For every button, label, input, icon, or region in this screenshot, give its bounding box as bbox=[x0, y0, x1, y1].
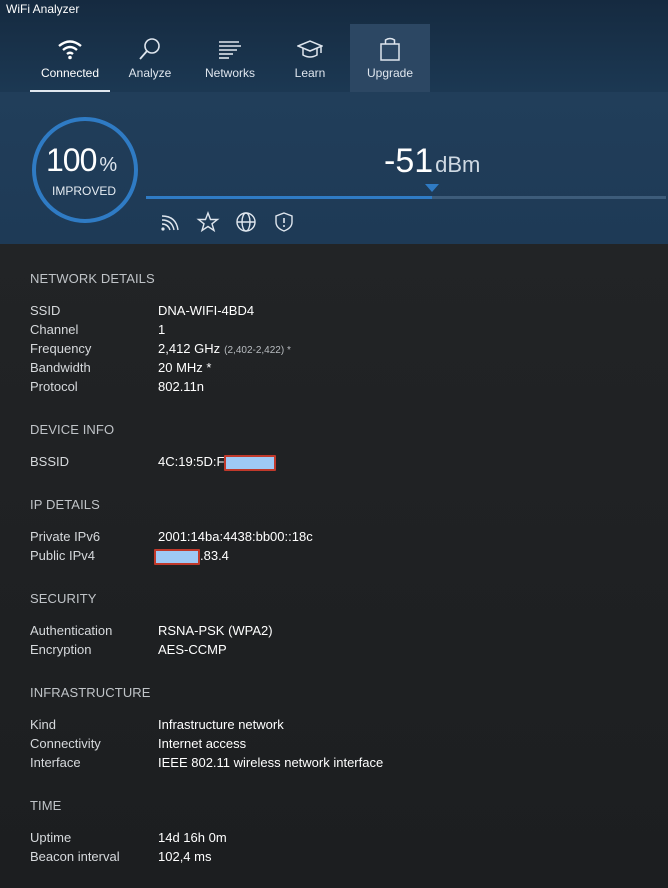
detail-key: Protocol bbox=[30, 379, 78, 394]
detail-row-authentication: Authentication RSNA-PSK (WPA2) bbox=[30, 623, 650, 642]
detail-value: Internet access bbox=[158, 736, 247, 751]
detail-value: 4C:19:5D:F bbox=[158, 454, 225, 469]
detail-value: Infrastructure network bbox=[158, 717, 284, 732]
detail-value: .83.4 bbox=[200, 548, 229, 563]
detail-row-kind: Kind Infrastructure network bbox=[30, 717, 650, 736]
section-time: TIME bbox=[30, 798, 62, 813]
detail-key: SSID bbox=[30, 303, 61, 318]
wifi-icon bbox=[58, 40, 82, 60]
detail-row-bssid: BSSID 4C:19:5D:F bbox=[30, 454, 650, 473]
detail-row-beacon-interval: Beacon interval 102,4 ms bbox=[30, 849, 650, 868]
detail-row-ssid: SSID DNA-WIFI-4BD4 bbox=[30, 303, 650, 322]
section-security: SECURITY bbox=[30, 591, 97, 606]
redaction-box bbox=[224, 454, 277, 471]
detail-value: 102,4 ms bbox=[158, 849, 212, 864]
detail-key: Kind bbox=[30, 717, 57, 732]
score-label: IMPROVED bbox=[51, 184, 116, 198]
tab-connected[interactable]: Connected bbox=[30, 24, 110, 92]
score-value: 100% bbox=[46, 142, 117, 179]
detail-key: Uptime bbox=[30, 830, 72, 845]
detail-key: Encryption bbox=[30, 642, 92, 657]
frequency-range: (2,402-2,422) * bbox=[224, 345, 291, 356]
detail-key: Interface bbox=[30, 755, 81, 770]
detail-row-interface: Interface IEEE 802.11 wireless network i… bbox=[30, 755, 650, 774]
section-device-info: DEVICE INFO bbox=[30, 422, 115, 437]
detail-value: 802.11n bbox=[158, 379, 205, 394]
detail-value: 2,412 GHz bbox=[158, 341, 221, 356]
networks-icon bbox=[219, 41, 241, 59]
detail-value: 1 bbox=[158, 322, 166, 337]
redaction-box bbox=[154, 548, 200, 565]
detail-key: Beacon interval bbox=[30, 849, 120, 864]
detail-key: Private IPv6 bbox=[30, 529, 101, 544]
detail-key: Connectivity bbox=[30, 736, 101, 751]
tab-label: Analyze bbox=[128, 66, 172, 80]
tab-networks[interactable]: Networks bbox=[190, 24, 270, 92]
signal-unit: dBm bbox=[435, 152, 481, 177]
detail-key: Bandwidth bbox=[30, 360, 91, 375]
nav-bar: Connected Analyze Networks Learn Upgrade bbox=[30, 24, 430, 92]
detail-value-group: 2,412 GHz (2,402-2,422) * bbox=[158, 341, 291, 356]
tab-label: Connected bbox=[40, 66, 100, 80]
signal-strength: -51dBm bbox=[384, 142, 480, 181]
detail-row-frequency: Frequency 2,412 GHz (2,402-2,422) * bbox=[30, 341, 650, 360]
detail-value-group: .83.4 bbox=[154, 548, 229, 565]
detail-value: 20 MHz * bbox=[158, 360, 212, 375]
tab-label: Upgrade bbox=[366, 66, 414, 80]
signal-marker bbox=[425, 184, 439, 192]
detail-key: Channel bbox=[30, 322, 79, 337]
action-bar bbox=[158, 210, 296, 234]
detail-value: RSNA-PSK (WPA2) bbox=[158, 623, 273, 638]
detail-value: AES-CCMP bbox=[158, 642, 227, 657]
shopping-bag-icon bbox=[380, 37, 400, 61]
detail-row-connectivity: Connectivity Internet access bbox=[30, 736, 650, 755]
tab-upgrade[interactable]: Upgrade bbox=[350, 24, 430, 92]
globe-icon[interactable] bbox=[234, 210, 258, 234]
graduation-cap-icon bbox=[297, 40, 323, 58]
detail-row-channel: Channel 1 bbox=[30, 322, 650, 341]
detail-value: IEEE 802.11 wireless network interface bbox=[158, 755, 384, 770]
detail-value-group: 4C:19:5D:F bbox=[158, 454, 277, 471]
score-number: 100 bbox=[46, 142, 97, 178]
star-icon[interactable] bbox=[196, 210, 220, 234]
detail-row-uptime: Uptime 14d 16h 0m bbox=[30, 830, 650, 849]
detail-row-private-ipv6: Private IPv6 2001:14ba:4438:bb00::18c bbox=[30, 529, 650, 548]
detail-key: Public IPv4 bbox=[30, 548, 96, 563]
shield-icon[interactable] bbox=[272, 210, 296, 234]
tab-learn[interactable]: Learn bbox=[270, 24, 350, 92]
detail-value: 14d 16h 0m bbox=[158, 830, 227, 845]
signal-bar-fill bbox=[146, 196, 432, 199]
window-title: WiFi Analyzer bbox=[6, 2, 80, 16]
signal-number: -51 bbox=[384, 142, 434, 180]
section-ip-details: IP DETAILS bbox=[30, 497, 100, 512]
detail-value: DNA-WIFI-4BD4 bbox=[158, 303, 255, 318]
detail-row-public-ipv4: Public IPv4 .83.4 bbox=[30, 548, 650, 567]
magnifier-icon bbox=[139, 38, 160, 60]
detail-key: Frequency bbox=[30, 341, 92, 356]
tab-analyze[interactable]: Analyze bbox=[110, 24, 190, 92]
detail-row-bandwidth: Bandwidth 20 MHz * bbox=[30, 360, 650, 379]
detail-row-encryption: Encryption AES-CCMP bbox=[30, 642, 650, 661]
signal-icon[interactable] bbox=[158, 210, 182, 234]
detail-value: 2001:14ba:4438:bb00::18c bbox=[158, 529, 313, 544]
detail-key: Authentication bbox=[30, 623, 113, 638]
detail-key: BSSID bbox=[30, 454, 70, 469]
section-network-details: NETWORK DETAILS bbox=[30, 271, 155, 286]
section-infrastructure: INFRASTRUCTURE bbox=[30, 685, 151, 700]
signal-bar bbox=[146, 196, 666, 199]
tab-label: Learn bbox=[294, 66, 326, 80]
score-unit: % bbox=[99, 154, 117, 176]
tab-label: Networks bbox=[204, 66, 255, 80]
detail-row-protocol: Protocol 802.11n bbox=[30, 379, 650, 398]
